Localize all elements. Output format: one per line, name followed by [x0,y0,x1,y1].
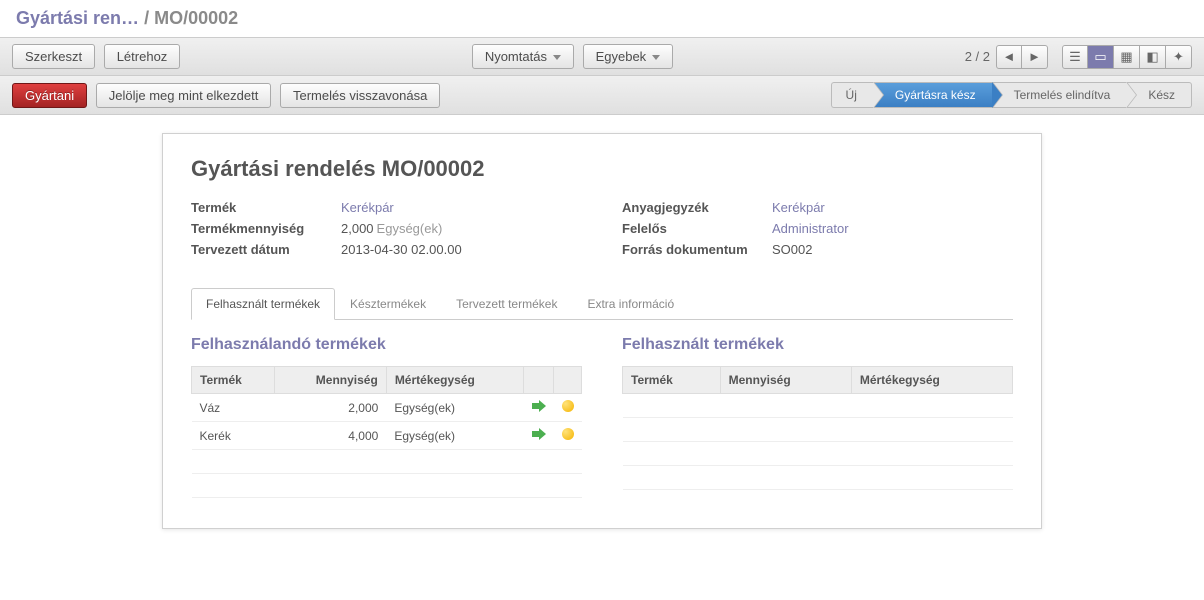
caret-down-icon [553,55,561,60]
consumed-table: Termék Mennyiség Mértékegység [622,366,1013,490]
table-row[interactable]: Váz 2,000 Egység(ek) [192,394,582,422]
status-steps: Új Gyártásra kész Termelés elindítva Kés… [831,82,1192,108]
status-step-ready[interactable]: Gyártásra kész [873,82,992,108]
print-button[interactable]: Nyomtatás [472,44,574,69]
tab-consumed[interactable]: Felhasznált termékek [191,288,335,320]
others-button[interactable]: Egyebek [583,44,674,69]
status-step-new[interactable]: Új [831,82,873,108]
breadcrumb-current: MO/00002 [154,8,238,28]
resp-label: Felelős [622,221,772,236]
breadcrumb-parent[interactable]: Gyártási ren… [16,8,139,28]
bom-label: Anyagjegyzék [622,200,772,215]
col-product: Termék [192,367,275,394]
product-value[interactable]: Kerékpár [341,200,394,215]
cancel-production-button[interactable]: Termelés visszavonása [280,83,440,108]
date-value: 2013-04-30 02.00.00 [341,242,462,257]
view-form-button[interactable]: ▭ [1088,45,1114,69]
table-row[interactable]: Kerék 4,000 Egység(ek) [192,422,582,450]
tab-extra[interactable]: Extra információ [572,288,689,320]
arrow-right-icon[interactable] [532,400,546,412]
src-label: Forrás dokumentum [622,242,772,257]
resp-value[interactable]: Administrator [772,221,849,236]
view-calendar-button[interactable]: ▦ [1114,45,1140,69]
bom-value[interactable]: Kerékpár [772,200,825,215]
col-uom: Mértékegység [851,367,1012,394]
qty-value: 2,000 [341,221,374,236]
view-gantt-button[interactable]: ◧ [1140,45,1166,69]
col-qty: Mennyiség [720,367,851,394]
product-label: Termék [191,200,341,215]
pager-next-button[interactable]: ► [1022,45,1048,69]
tab-finished[interactable]: Késztermékek [335,288,441,320]
view-list-button[interactable]: ☰ [1062,45,1088,69]
status-step-started[interactable]: Termelés elindítva [992,82,1127,108]
bulb-icon[interactable] [562,428,574,440]
qty-label: Termékmennyiség [191,221,341,236]
pager-prev-button[interactable]: ◄ [996,45,1022,69]
arrow-right-icon[interactable] [532,428,546,440]
view-graph-button[interactable]: ✦ [1166,45,1192,69]
to-consume-title: Felhasználandó termékek [191,336,582,354]
col-qty: Mennyiség [275,367,387,394]
edit-button[interactable]: Szerkeszt [12,44,95,69]
col-uom: Mértékegység [386,367,523,394]
to-consume-table: Termék Mennyiség Mértékegység Váz 2,000 … [191,366,582,498]
caret-down-icon [652,55,660,60]
breadcrumb: Gyártási ren… / MO/00002 [16,8,1188,29]
bulb-icon[interactable] [562,400,574,412]
mark-started-button[interactable]: Jelölje meg mint elkezdett [96,83,272,108]
src-value: SO002 [772,242,812,257]
create-button[interactable]: Létrehoz [104,44,181,69]
date-label: Tervezett dátum [191,242,341,257]
qty-unit: Egység(ek) [377,221,443,236]
pager-text: 2 / 2 [965,49,990,64]
consumed-title: Felhasznált termékek [622,336,1013,354]
page-title: Gyártási rendelés MO/00002 [191,156,1013,182]
col-product: Termék [623,367,721,394]
tab-scheduled[interactable]: Tervezett termékek [441,288,572,320]
produce-button[interactable]: Gyártani [12,83,87,108]
